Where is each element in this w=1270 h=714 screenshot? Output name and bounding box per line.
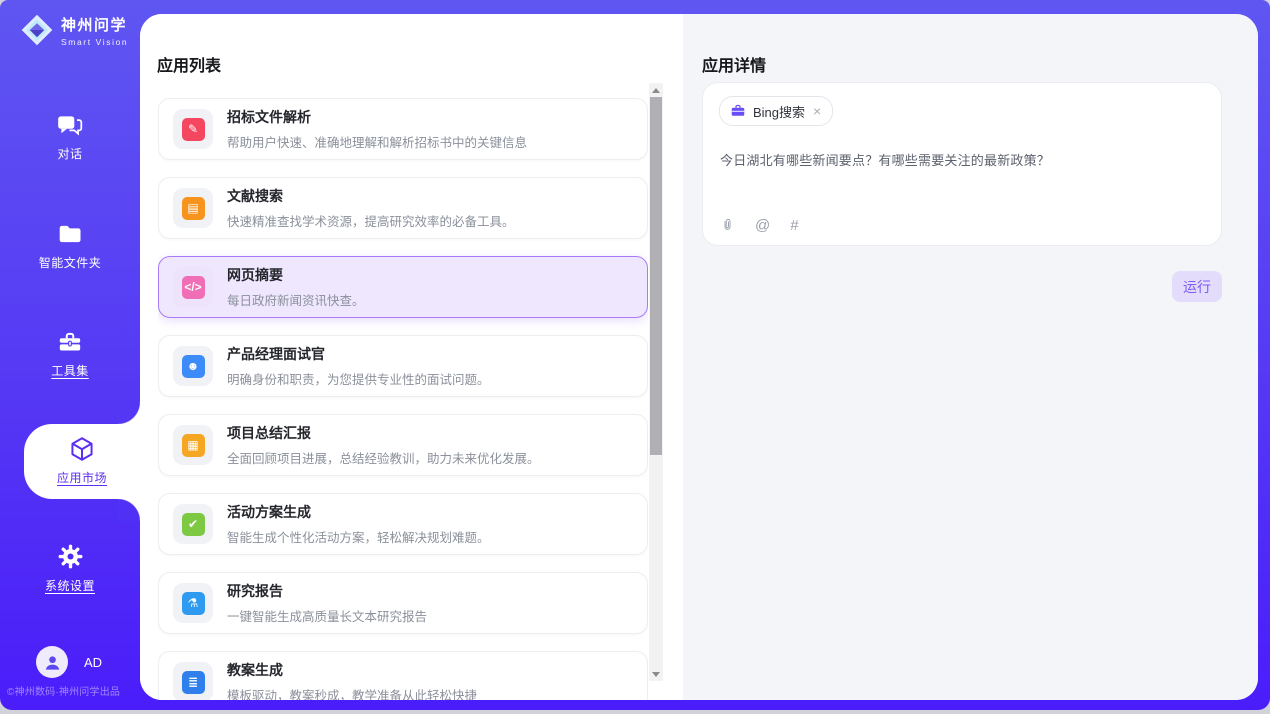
person-icon xyxy=(43,653,62,672)
app-icon-tile: ⚗ xyxy=(173,583,213,623)
app-card[interactable]: ☻ 产品经理面试官 明确身份和职责，为您提供专业性的面试问题。 xyxy=(158,335,648,397)
sidebar-label-smart-folder: 智能文件夹 xyxy=(39,254,102,271)
sidebar-label-chat: 对话 xyxy=(57,145,82,162)
app-description: 快速精准查找学术资源，提高研究效率的必备工具。 xyxy=(227,211,515,230)
app-description: 每日政府新闻资讯快查。 xyxy=(227,290,365,309)
app-card[interactable]: ⚗ 研究报告 一键智能生成高质量长文本研究报告 xyxy=(158,572,648,634)
app-icon-tile: ▦ xyxy=(173,425,213,465)
scroll-down-button[interactable] xyxy=(649,667,663,681)
sidebar-footer: ©神州数码·神州问学出品 xyxy=(7,683,140,698)
app-meta: 网页摘要 每日政府新闻资讯快查。 xyxy=(227,265,365,309)
cube-icon xyxy=(68,435,96,463)
tool-tag-bing-search[interactable]: Bing搜索 × xyxy=(719,96,833,126)
app-meta: 活动方案生成 智能生成个性化活动方案，轻松解决规划难题。 xyxy=(227,502,490,546)
app-meta: 产品经理面试官 明确身份和职责，为您提供专业性的面试问题。 xyxy=(227,344,490,388)
avatar[interactable] xyxy=(36,646,68,678)
input-toolbar: @ # xyxy=(720,216,799,234)
run-button[interactable]: 运行 xyxy=(1172,271,1222,302)
note-icon: ▦ xyxy=(182,434,205,457)
sidebar-label-app-market: 应用市场 xyxy=(57,469,107,486)
app-window: 神州问学 Smart Vision 对话 智能文件夹 xyxy=(0,0,1270,710)
at-icon[interactable]: @ xyxy=(755,217,770,234)
scrollbar-thumb[interactable] xyxy=(650,97,662,455)
brand-subtitle: Smart Vision xyxy=(61,37,128,47)
app-title: 项目总结汇报 xyxy=(227,423,540,443)
app-description: 智能生成个性化活动方案，轻松解决规划难题。 xyxy=(227,527,490,546)
sidebar-item-chat[interactable]: 对话 xyxy=(0,112,140,162)
app-title: 网页摘要 xyxy=(227,265,365,285)
app-card[interactable]: </> 网页摘要 每日政府新闻资讯快查。 xyxy=(158,256,648,318)
app-title: 产品经理面试官 xyxy=(227,344,490,364)
user-row[interactable]: AD xyxy=(36,646,102,678)
app-detail-title: 应用详情 xyxy=(702,52,766,76)
app-description: 一键智能生成高质量长文本研究报告 xyxy=(227,606,427,625)
app-detail-panel: 应用详情 Bing搜索 × 今日湖北有哪些新闻要点？有哪些需要关注的最新政策？ xyxy=(683,14,1258,700)
main-content: 应用列表 ✎ 招标文件解析 帮助用户快速、准确地理解和解析招标书中的关键信息 ▤ xyxy=(140,14,1258,700)
prompt-card: Bing搜索 × 今日湖北有哪些新闻要点？有哪些需要关注的最新政策？ @ # xyxy=(702,82,1222,246)
app-icon-tile: ✔ xyxy=(173,504,213,544)
scroll-up-button[interactable] xyxy=(649,83,663,97)
sidebar-item-smart-folder[interactable]: 智能文件夹 xyxy=(0,221,140,271)
interviewer-icon: ☻ xyxy=(182,355,205,378)
app-icon-tile: ▤ xyxy=(173,188,213,228)
paperclip-icon[interactable] xyxy=(720,216,735,234)
app-card[interactable]: ✎ 招标文件解析 帮助用户快速、准确地理解和解析招标书中的关键信息 xyxy=(158,98,648,160)
app-meta: 文献搜索 快速精准查找学术资源，提高研究效率的必备工具。 xyxy=(227,186,515,230)
app-icon-tile: ✎ xyxy=(173,109,213,149)
sidebar-label-toolbox: 工具集 xyxy=(51,362,89,379)
book-icon: ▤ xyxy=(182,197,205,220)
app-list-panel: 应用列表 ✎ 招标文件解析 帮助用户快速、准确地理解和解析招标书中的关键信息 ▤ xyxy=(140,14,683,700)
query-text[interactable]: 今日湖北有哪些新闻要点？有哪些需要关注的最新政策？ xyxy=(720,150,1205,169)
brand-name: 神州问学 xyxy=(61,14,128,35)
app-list: ✎ 招标文件解析 帮助用户快速、准确地理解和解析招标书中的关键信息 ▤ 文献搜索 xyxy=(158,98,648,700)
arrow-up-icon xyxy=(652,88,660,93)
sidebar-label-settings: 系统设置 xyxy=(45,577,95,594)
app-description: 全面回顾项目进展，总结经验教训，助力未来优化发展。 xyxy=(227,448,540,467)
app-card[interactable]: ▤ 文献搜索 快速精准查找学术资源，提高研究效率的必备工具。 xyxy=(158,177,648,239)
sidebar-item-app-market[interactable]: 应用市场 xyxy=(24,424,140,499)
app-icon-tile: ☻ xyxy=(173,346,213,386)
app-title: 研究报告 xyxy=(227,581,427,601)
app-icon-tile: ≣ xyxy=(173,662,213,700)
clipboard-check-icon: ✔ xyxy=(182,513,205,536)
app-list-title: 应用列表 xyxy=(157,52,221,76)
app-description: 帮助用户快速、准确地理解和解析招标书中的关键信息 xyxy=(227,132,527,151)
document-edit-icon: ✎ xyxy=(182,118,205,141)
app-title: 教案生成 xyxy=(227,660,477,680)
folder-icon xyxy=(56,221,84,247)
app-title: 活动方案生成 xyxy=(227,502,490,522)
sidebar-item-toolbox[interactable]: 工具集 xyxy=(0,329,140,379)
tool-tag-label: Bing搜索 xyxy=(753,102,805,121)
list-scrollbar[interactable] xyxy=(649,83,663,681)
gear-icon xyxy=(57,543,84,570)
briefcase-icon xyxy=(730,103,746,119)
toolbox-icon xyxy=(56,329,84,355)
app-meta: 招标文件解析 帮助用户快速、准确地理解和解析招标书中的关键信息 xyxy=(227,107,527,151)
app-card[interactable]: ✔ 活动方案生成 智能生成个性化活动方案，轻松解决规划难题。 xyxy=(158,493,648,555)
hash-icon[interactable]: # xyxy=(790,217,798,234)
close-icon[interactable]: × xyxy=(812,104,822,118)
sidebar: 神州问学 Smart Vision 对话 智能文件夹 xyxy=(0,0,140,710)
brand-text: 神州问学 Smart Vision xyxy=(61,14,128,47)
sidebar-item-settings[interactable]: 系统设置 xyxy=(0,543,140,594)
books-icon: ≣ xyxy=(182,671,205,694)
app-card[interactable]: ≣ 教案生成 模板驱动，教案秒成，教学准备从此轻松快捷 xyxy=(158,651,648,700)
app-meta: 教案生成 模板驱动，教案秒成，教学准备从此轻松快捷 xyxy=(227,660,477,700)
app-meta: 研究报告 一键智能生成高质量长文本研究报告 xyxy=(227,581,427,625)
app-card[interactable]: ▦ 项目总结汇报 全面回顾项目进展，总结经验教训，助力未来优化发展。 xyxy=(158,414,648,476)
brand-logo: 神州问学 Smart Vision xyxy=(20,13,128,47)
app-description: 模板驱动，教案秒成，教学准备从此轻松快捷 xyxy=(227,685,477,700)
app-title: 招标文件解析 xyxy=(227,107,527,127)
user-name: AD xyxy=(84,655,102,670)
webpage-code-icon: </> xyxy=(182,276,205,299)
app-icon-tile: </> xyxy=(173,267,213,307)
app-meta: 项目总结汇报 全面回顾项目进展，总结经验教训，助力未来优化发展。 xyxy=(227,423,540,467)
app-title: 文献搜索 xyxy=(227,186,515,206)
app-description: 明确身份和职责，为您提供专业性的面试问题。 xyxy=(227,369,490,388)
chat-icon xyxy=(56,112,84,138)
microscope-icon: ⚗ xyxy=(182,592,205,615)
arrow-down-icon xyxy=(652,672,660,677)
diamond-logo-icon xyxy=(20,13,54,47)
